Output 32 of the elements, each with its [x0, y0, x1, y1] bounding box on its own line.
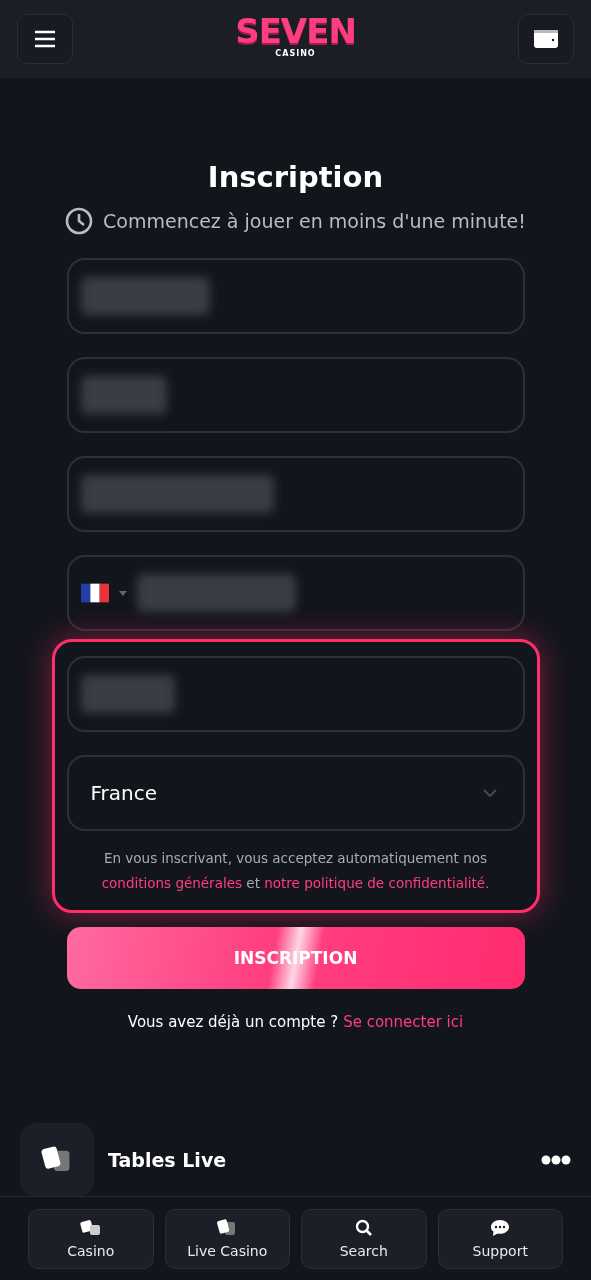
logo-subtitle: CASINO: [275, 49, 316, 59]
input-field[interactable]: [66, 656, 525, 732]
phone-field[interactable]: [66, 555, 525, 631]
login-link[interactable]: Se connecter ici: [343, 1013, 464, 1031]
nav-button[interactable]: Casino: [28, 1209, 154, 1269]
logo-title: SEVEN: [235, 13, 356, 49]
dice-icon: [79, 1219, 102, 1237]
wallet-button[interactable]: [518, 14, 574, 64]
menu-icon: [34, 30, 56, 48]
caret-icon: [118, 590, 127, 596]
privacy-link[interactable]: notre politique de confidentialité.: [264, 875, 490, 891]
chat-bubble-icon: [490, 1219, 511, 1237]
page-title: Inscription: [207, 160, 384, 194]
search-icon: [354, 1219, 373, 1237]
login-prompt: Vous avez déjà un compte ?: [127, 1013, 339, 1031]
subtitle: Commencez à jouer en moins d'une minute!: [103, 210, 526, 232]
terms-text: En vous inscrivant, vous acceptez automatiquement nos conditions générales et notre politique de confidentialité.: [100, 849, 491, 893]
section-title: Tables Live: [108, 1149, 228, 1171]
flag-icon: [80, 583, 109, 603]
country-select[interactable]: France: [66, 755, 525, 831]
more-icon[interactable]: [541, 1155, 571, 1165]
input-field[interactable]: [66, 258, 525, 334]
terms-link[interactable]: conditions générales: [101, 875, 243, 891]
chevron-down-icon: [482, 789, 497, 797]
input-field[interactable]: [66, 456, 525, 532]
menu-button[interactable]: [17, 14, 73, 64]
nav-button[interactable]: Support: [437, 1209, 563, 1269]
wallet-icon: [533, 29, 559, 49]
clock-icon: [65, 207, 94, 235]
input-field[interactable]: [66, 357, 525, 433]
nav-button[interactable]: Live Casino: [164, 1209, 290, 1269]
nav-button[interactable]: Search: [301, 1209, 427, 1269]
